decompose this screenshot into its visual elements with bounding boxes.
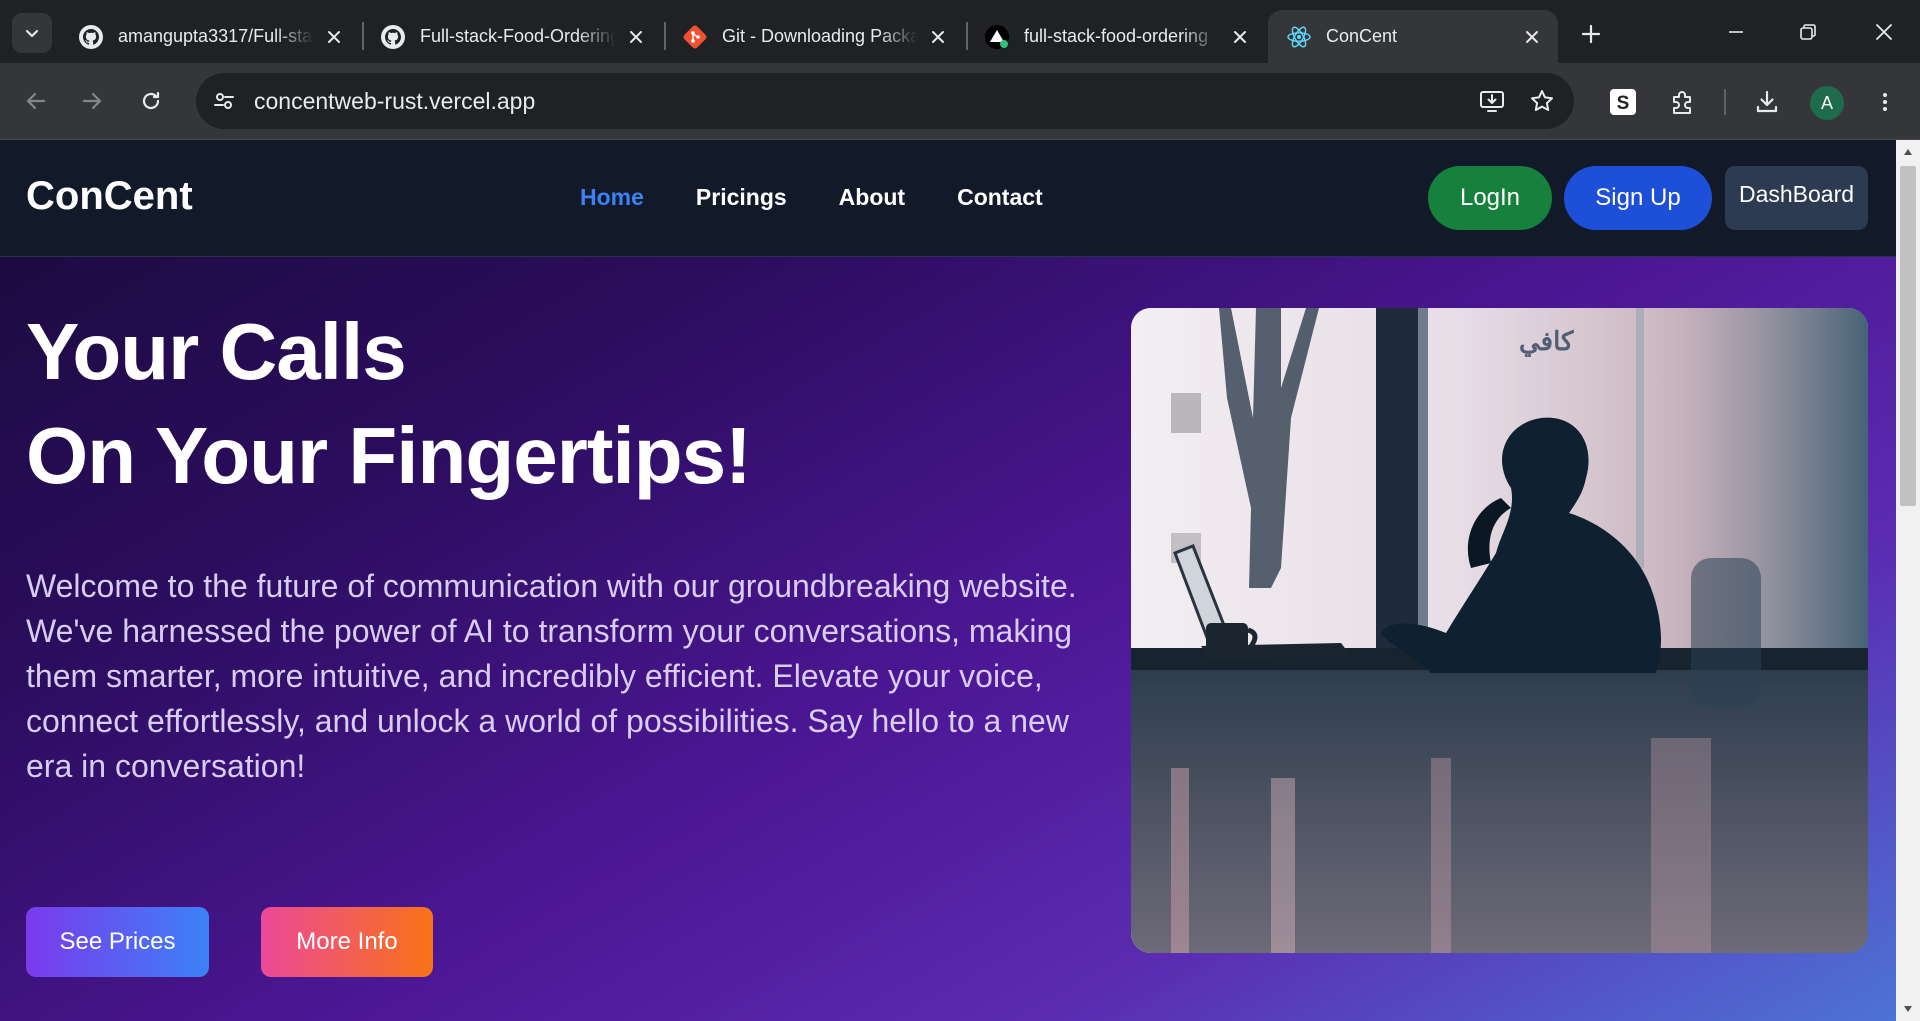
chevron-down-icon [25,29,39,38]
profile-avatar[interactable]: A [1810,86,1844,120]
close-icon[interactable] [1520,25,1544,49]
scroll-down-arrow[interactable] [1896,997,1920,1021]
tab-title: Git - Downloading Package [722,26,918,46]
tab-title: Full-stack-Food-Ordering [420,26,616,46]
page-scrollbar[interactable] [1896,140,1920,1021]
primary-nav: Home Pricings About Contact [580,184,1043,211]
close-icon[interactable] [624,25,648,49]
browser-menu-button[interactable] [1864,81,1906,123]
s-extension-icon: S [1610,89,1636,115]
tab-search-button[interactable] [12,13,52,53]
nav-link-pricings[interactable]: Pricings [696,184,787,211]
hero-title: Your Calls On Your Fingertips! [26,300,752,508]
puzzle-icon [1673,91,1691,114]
reload-button[interactable] [131,81,171,121]
toolbar-divider [1724,89,1726,115]
signup-button[interactable]: Sign Up [1564,166,1712,230]
arrow-left-icon [26,92,46,110]
bookmark-button[interactable] [1522,81,1562,121]
tab-title: full-stack-food-ordering [1024,26,1209,46]
see-prices-button[interactable]: See Prices [26,907,209,977]
git-icon [682,24,708,50]
restore-icon [1800,23,1816,40]
scroll-up-arrow[interactable] [1896,140,1920,164]
dashboard-button[interactable]: DashBoard [1725,166,1868,230]
arrow-right-icon [82,92,102,110]
browser-tab[interactable]: Git - Downloading Package [664,10,964,63]
hero-title-line-1: Your Calls [26,307,407,396]
react-icon [1286,24,1312,50]
page-viewport: ConCent Home Pricings About Contact LogI… [0,140,1896,1021]
browser-tab[interactable]: Full-stack-Food-Ordering [362,10,662,63]
site-navbar: ConCent Home Pricings About Contact LogI… [0,140,1896,257]
tab-strip: amangupta3317/Full-stack-Food-Ordering F… [0,0,1920,63]
person-at-laptop-photo: ﻛﺎﻓﻲ [1131,308,1868,953]
github-icon [380,24,406,50]
close-icon[interactable] [322,25,346,49]
minimize-icon [1729,30,1743,33]
browser-tab[interactable]: amangupta3317/Full-stack-Food-Ordering [60,10,360,63]
address-bar[interactable]: concentweb-rust.vercel.app [196,73,1574,129]
browser-tab[interactable]: full-stack-food-ordering [966,10,1266,63]
triangle-down-icon [1904,1006,1912,1012]
url-text[interactable]: concentweb-rust.vercel.app [254,88,535,115]
forward-button[interactable] [72,81,112,121]
github-icon [78,24,104,50]
hero-title-line-2: On Your Fingertips! [26,411,752,500]
brand-logo[interactable]: ConCent [26,174,193,219]
minimize-button[interactable] [1700,0,1772,63]
site-info-button[interactable] [204,81,244,121]
star-icon [1531,90,1553,111]
tune-icon [214,93,234,109]
hero-description: Welcome to the future of communication w… [26,568,1077,784]
install-app-button[interactable] [1472,81,1512,121]
reload-icon [142,91,160,110]
downloads-button[interactable] [1746,81,1788,123]
browser-tab-active[interactable]: ConCent [1268,10,1558,63]
new-tab-button[interactable] [1572,15,1610,53]
nav-link-contact[interactable]: Contact [957,184,1043,211]
login-button[interactable]: LogIn [1428,166,1552,230]
svg-text:S: S [1617,93,1630,114]
plus-icon [1581,24,1601,44]
tab-title: amangupta3317/Full-stack-Food-Ordering [118,26,314,46]
triangle-up-icon [1904,149,1912,155]
scroll-thumb[interactable] [1900,166,1916,506]
install-icon [1480,91,1504,112]
back-button[interactable] [16,81,56,121]
restore-button[interactable] [1772,0,1844,63]
close-icon[interactable] [926,25,950,49]
browser-toolbar: concentweb-rust.vercel.app S A [0,63,1920,140]
extensions-button[interactable] [1662,81,1704,123]
nav-link-home[interactable]: Home [580,184,644,211]
hero-image: ﻛﺎﻓﻲ [1131,308,1868,953]
close-window-button[interactable] [1848,0,1920,63]
extension-s-button[interactable]: S [1602,81,1644,123]
close-icon[interactable] [1228,25,1252,49]
download-icon [1756,90,1778,113]
tab-title: ConCent [1326,26,1398,46]
svg-text:ﻛﺎﻓﻲ: ﻛﺎﻓﻲ [1519,326,1574,357]
nav-link-about[interactable]: About [839,184,905,211]
vercel-icon [984,24,1010,50]
close-icon [1876,23,1892,40]
more-info-button[interactable]: More Info [261,907,433,977]
kebab-menu-icon [1883,93,1887,111]
